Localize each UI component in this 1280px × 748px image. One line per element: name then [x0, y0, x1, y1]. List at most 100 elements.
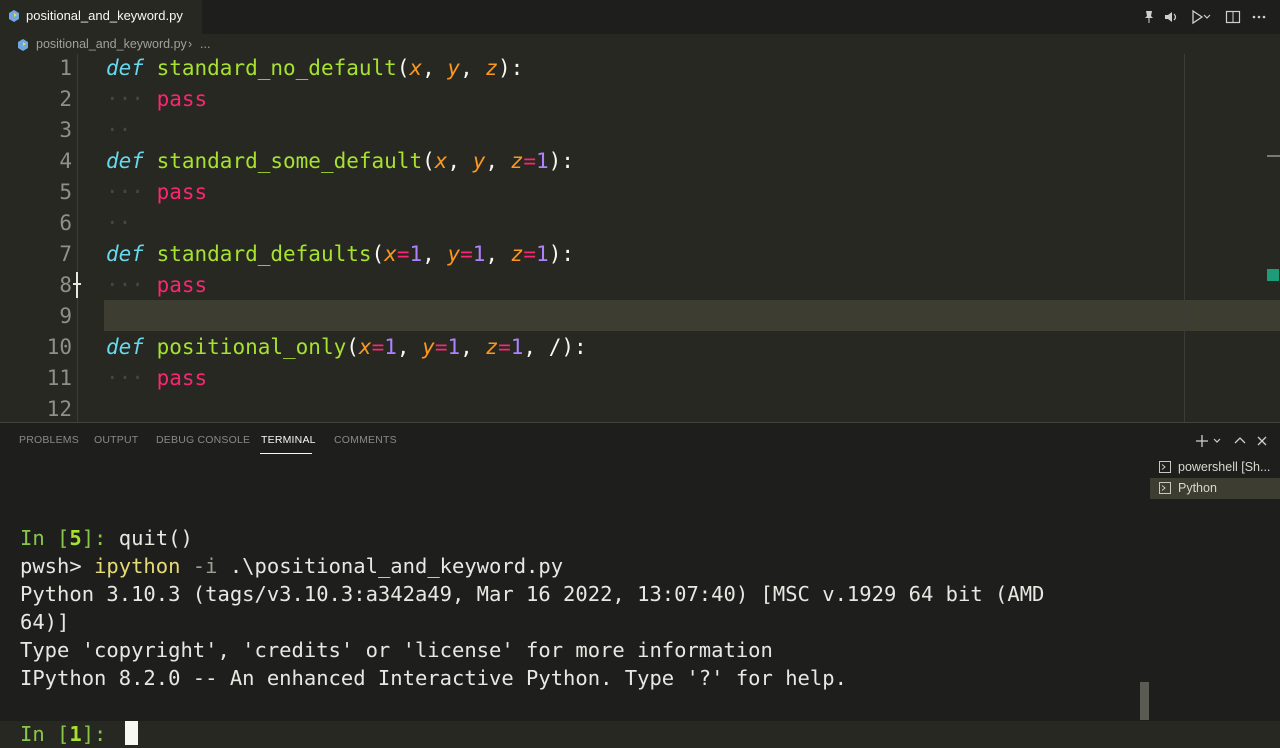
chevron-down-icon[interactable] — [1212, 433, 1222, 449]
line-number: 2 — [59, 87, 72, 111]
code-token: = — [396, 242, 410, 266]
code-editor[interactable]: 1 def standard_no_default(x, y, z): 2 ··· p… — [0, 54, 1280, 422]
code-text: ··· pass — [106, 84, 207, 115]
code-token: x — [409, 56, 423, 80]
new-terminal-icon[interactable] — [1194, 433, 1210, 449]
broadcast-icon[interactable] — [1162, 8, 1180, 26]
editor-tab-label: positional_and_keyword.py — [26, 8, 183, 23]
code-line[interactable]: 8 ··· pass — [0, 270, 1184, 301]
line-number: 4 — [59, 149, 72, 173]
terminal-token: Python 3.10.3 (tags/v3.10.3:a342a49, Mar… — [20, 582, 1045, 606]
code-line[interactable]: 5 ··· pass — [0, 177, 1184, 208]
code-line[interactable]: 2 ··· pass — [0, 84, 1184, 115]
code-token: standard_no_default — [156, 56, 397, 80]
line-number: 6 — [59, 211, 72, 235]
code-token: x — [384, 242, 397, 266]
code-token: z — [485, 335, 499, 359]
code-token: , /): — [523, 335, 587, 359]
split-editor-icon[interactable] — [1224, 8, 1242, 26]
code-token: z — [510, 149, 524, 173]
terminal-item-powershell[interactable]: powershell [Sh... — [1150, 457, 1280, 478]
chevron-down-icon[interactable] — [1202, 8, 1212, 26]
breadcrumb-symbol[interactable]: ... — [200, 37, 210, 51]
code-line[interactable]: 12 — [0, 394, 1184, 425]
tab-output[interactable]: OUTPUT — [94, 434, 138, 446]
code-token: ): — [548, 242, 574, 266]
terminal-item-label: Python — [1178, 481, 1217, 495]
code-token: = — [434, 335, 448, 359]
terminal-token: 1 — [69, 722, 82, 746]
code-token: = — [460, 242, 473, 266]
code-token: pass — [156, 273, 208, 297]
scrollbar-change-marker — [1267, 269, 1279, 281]
terminal-line: In [1]: — [20, 720, 1044, 748]
code-token: ··· — [106, 273, 144, 297]
code-line[interactable]: 7 def standard_defaults(x=1, y=1, z=1): — [0, 239, 1184, 270]
code-line[interactable]: 1 def standard_no_default(x, y, z): — [0, 53, 1184, 84]
code-text: def standard_some_default(x, y, z=1): — [106, 146, 574, 177]
terminal-icon — [1159, 461, 1171, 473]
code-line[interactable]: 4 def standard_some_default(x, y, z=1): — [0, 146, 1184, 177]
python-file-icon — [9, 10, 19, 22]
terminal-token: ipython — [94, 554, 181, 578]
code-token: z — [485, 56, 499, 80]
terminal-cursor — [124, 721, 138, 745]
terminal-token: .\positional_and_keyword.py — [217, 554, 564, 578]
terminal-line: Python 3.10.3 (tags/v3.10.3:a342a49, Mar… — [20, 580, 1044, 608]
code-token: ): — [498, 56, 524, 80]
code-token: , — [485, 242, 511, 266]
terminal-output[interactable]: In [5]: quit() pwsh> ipython -i .\positio… — [20, 496, 1044, 748]
terminal-token: 64)] — [20, 610, 70, 634]
code-token: ( — [371, 242, 385, 266]
code-line[interactable]: 9 — [0, 301, 1184, 332]
more-actions-icon[interactable] — [1250, 8, 1268, 26]
line-number: 12 — [46, 397, 72, 421]
code-token: pass — [156, 180, 208, 204]
terminal-token: In [ — [20, 526, 70, 550]
code-line[interactable]: 11 ··· pass — [0, 363, 1184, 394]
code-line[interactable]: 6 ·· — [0, 208, 1184, 239]
code-text: ··· pass — [106, 363, 207, 394]
breadcrumb-separator: › — [188, 37, 193, 51]
terminal-line: pwsh> ipython -i .\positional_and_keywor… — [20, 552, 1044, 580]
line-number: 3 — [59, 118, 72, 142]
terminal-token: IPython 8.2.0 -- An enhanced Interactive… — [20, 666, 847, 690]
python-file-icon — [18, 39, 28, 51]
code-token: 1 — [447, 335, 461, 359]
terminal-token: quit() — [118, 526, 193, 550]
code-token: y — [447, 242, 461, 266]
maximize-panel-icon[interactable] — [1232, 433, 1248, 449]
pin-icon[interactable] — [1140, 8, 1158, 26]
code-token: y — [447, 56, 461, 80]
terminal-token: pwsh> — [20, 554, 95, 578]
tab-problems[interactable]: PROBLEMS — [19, 434, 79, 446]
panel-tab-bar: PROBLEMS OUTPUT DEBUG CONSOLE TERMINAL C… — [0, 423, 1280, 459]
terminal-scrollbar[interactable] — [1140, 682, 1149, 720]
terminal-item-python[interactable]: Python — [1150, 478, 1280, 499]
code-line[interactable]: 3 ·· — [0, 115, 1184, 146]
close-icon[interactable] — [1254, 433, 1270, 449]
code-line[interactable]: 10 def positional_only(x=1, y=1, z=1, /): — [0, 332, 1184, 363]
line-number: 9 — [59, 304, 72, 328]
breadcrumb-file[interactable]: positional_and_keyword.py — [36, 37, 187, 51]
code-token: , — [485, 149, 511, 173]
code-token: def — [106, 149, 144, 173]
line-number: 7 — [59, 242, 72, 266]
code-token: 1 — [536, 242, 549, 266]
code-token: , — [422, 242, 448, 266]
tab-debug-console[interactable]: DEBUG CONSOLE — [156, 434, 250, 446]
tab-terminal[interactable]: TERMINAL — [261, 434, 316, 446]
editor-tab[interactable]: positional_and_keyword.py — [0, 0, 202, 34]
code-token: , — [460, 56, 486, 80]
terminal-token: ]: — [81, 722, 119, 746]
code-text: ··· pass — [106, 270, 207, 301]
editor-tab-bar: positional_and_keyword.py — [0, 0, 1280, 34]
tab-comments[interactable]: COMMENTS — [334, 434, 397, 446]
code-token: def — [106, 335, 144, 359]
